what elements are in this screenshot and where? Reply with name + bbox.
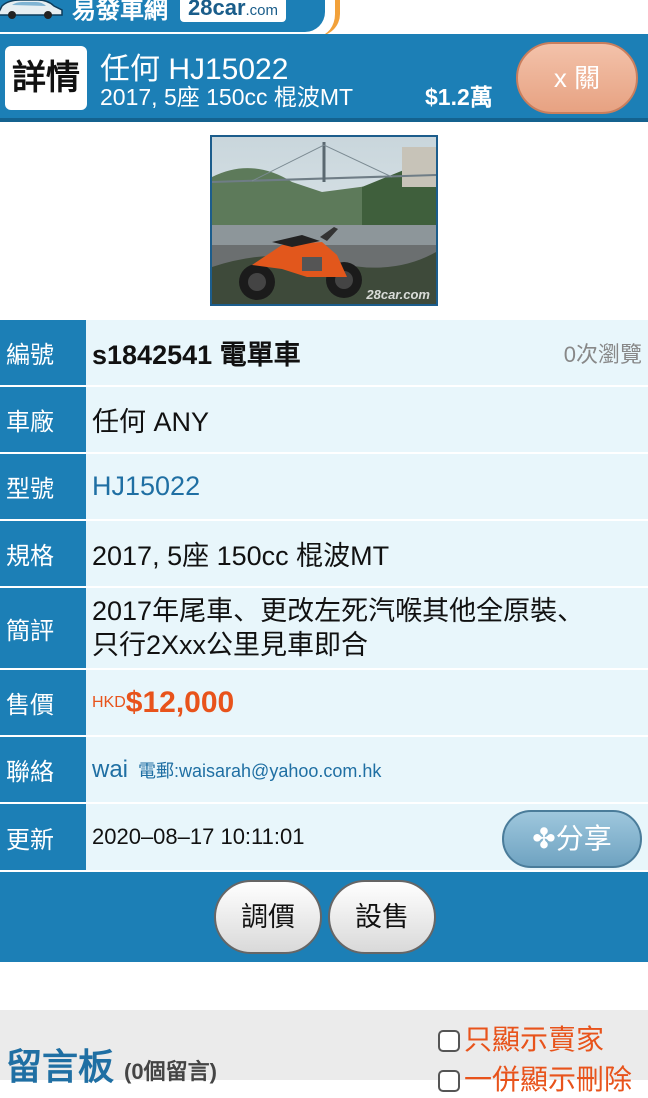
- photo-watermark: 28car.com: [366, 287, 430, 302]
- row-spec: 規格 2017, 5座 150cc 棍波MT: [0, 521, 648, 588]
- model-link[interactable]: HJ15022: [86, 454, 648, 519]
- listing-id: s1842541 電單車: [92, 340, 301, 370]
- close-button[interactable]: x 關: [516, 42, 638, 114]
- row-remarks: 簡評 2017年尾車、更改左死汽喉其他全原裝、 只行2Xxx公里見車即合: [0, 588, 648, 670]
- vehicle-photo[interactable]: 28car.com: [210, 135, 438, 306]
- listing-spec: 2017, 5座 150cc 棍波MT: [100, 84, 354, 110]
- message-count: (0個留言): [124, 1059, 217, 1084]
- row-model: 型號 HJ15022: [0, 454, 648, 521]
- updated-timestamp: 2020–08–17 10:11:01: [92, 824, 305, 849]
- share-button[interactable]: ✤分享: [502, 810, 642, 868]
- row-label: 更新: [0, 804, 86, 870]
- price-currency: HKD: [92, 693, 126, 711]
- contact-value: wai 電郵:waisarah@yahoo.com.hk: [86, 737, 648, 802]
- price-value: HKD $12,000: [86, 670, 648, 735]
- remarks-value: 2017年尾車、更改左死汽喉其他全原裝、 只行2Xxx公里見車即合: [86, 588, 648, 668]
- row-label: 型號: [0, 454, 86, 519]
- filter-seller-checkbox[interactable]: 只顯示賣家: [438, 1018, 604, 1058]
- brand-name-zh: 易發車網: [72, 0, 168, 24]
- checkbox-icon[interactable]: [438, 1030, 460, 1052]
- updated-value: 2020–08–17 10:11:01 ✤分享: [86, 804, 648, 870]
- brand-swoosh: [318, 0, 340, 36]
- spec-value: 2017, 5座 150cc 棍波MT: [86, 521, 648, 586]
- make-value: 任何 ANY: [86, 387, 648, 452]
- remarks-line: 2017年尾車、更改左死汽喉其他全原裝、: [92, 596, 585, 626]
- row-updated: 更新 2020–08–17 10:11:01 ✤分享: [0, 804, 648, 872]
- mark-sold-button[interactable]: 設售: [328, 880, 436, 954]
- message-board-title: 留言板 (0個留言): [6, 1046, 217, 1087]
- row-label: 聯絡: [0, 737, 86, 802]
- motorcycle-photo-image: [212, 137, 436, 304]
- price-amount: $12,000: [125, 685, 235, 719]
- row-price: 售價 HKD $12,000: [0, 670, 648, 737]
- row-id: 編號 s1842541 電單車 0次瀏覽: [0, 320, 648, 387]
- detail-table: 編號 s1842541 電單車 0次瀏覽 車廠 任何 ANY 型號 HJ1502…: [0, 320, 648, 872]
- row-label: 售價: [0, 670, 86, 735]
- message-board: 留言板 (0個留言) 只顯示賣家 一併顯示刪除: [0, 1010, 648, 1095]
- row-contact: 聯絡 wai 電郵:waisarah@yahoo.com.hk: [0, 737, 648, 804]
- contact-email-link[interactable]: 電郵:waisarah@yahoo.com.hk: [138, 757, 381, 783]
- brand-bar: 易發車網 28car.com: [0, 0, 648, 36]
- checkbox-icon[interactable]: [438, 1070, 460, 1092]
- brand-banner[interactable]: 易發車網 28car.com: [0, 0, 325, 32]
- listing-price: $1.2萬: [425, 84, 493, 110]
- row-label: 編號: [0, 320, 86, 385]
- detail-header: 詳情 任何 HJ15022 2017, 5座 150cc 棍波MT $1.2萬 …: [0, 34, 648, 122]
- row-value: s1842541 電單車 0次瀏覽: [86, 320, 648, 385]
- brand-name-en: 28car.com: [180, 0, 287, 22]
- view-count: 0次瀏覽: [563, 341, 642, 367]
- filter-deleted-checkbox[interactable]: 一併顯示刪除: [438, 1058, 632, 1098]
- contact-name-link[interactable]: wai: [92, 756, 128, 784]
- row-label: 規格: [0, 521, 86, 586]
- remarks-line: 只行2Xxx公里見車即合: [92, 630, 369, 660]
- car-logo-icon: [0, 0, 63, 19]
- row-make: 車廠 任何 ANY: [0, 387, 648, 454]
- adjust-price-button[interactable]: 調價: [214, 880, 322, 954]
- detail-tag: 詳情: [5, 46, 87, 110]
- row-label: 車廠: [0, 387, 86, 452]
- row-label: 簡評: [0, 588, 86, 668]
- action-bar: 調價 設售: [0, 872, 648, 962]
